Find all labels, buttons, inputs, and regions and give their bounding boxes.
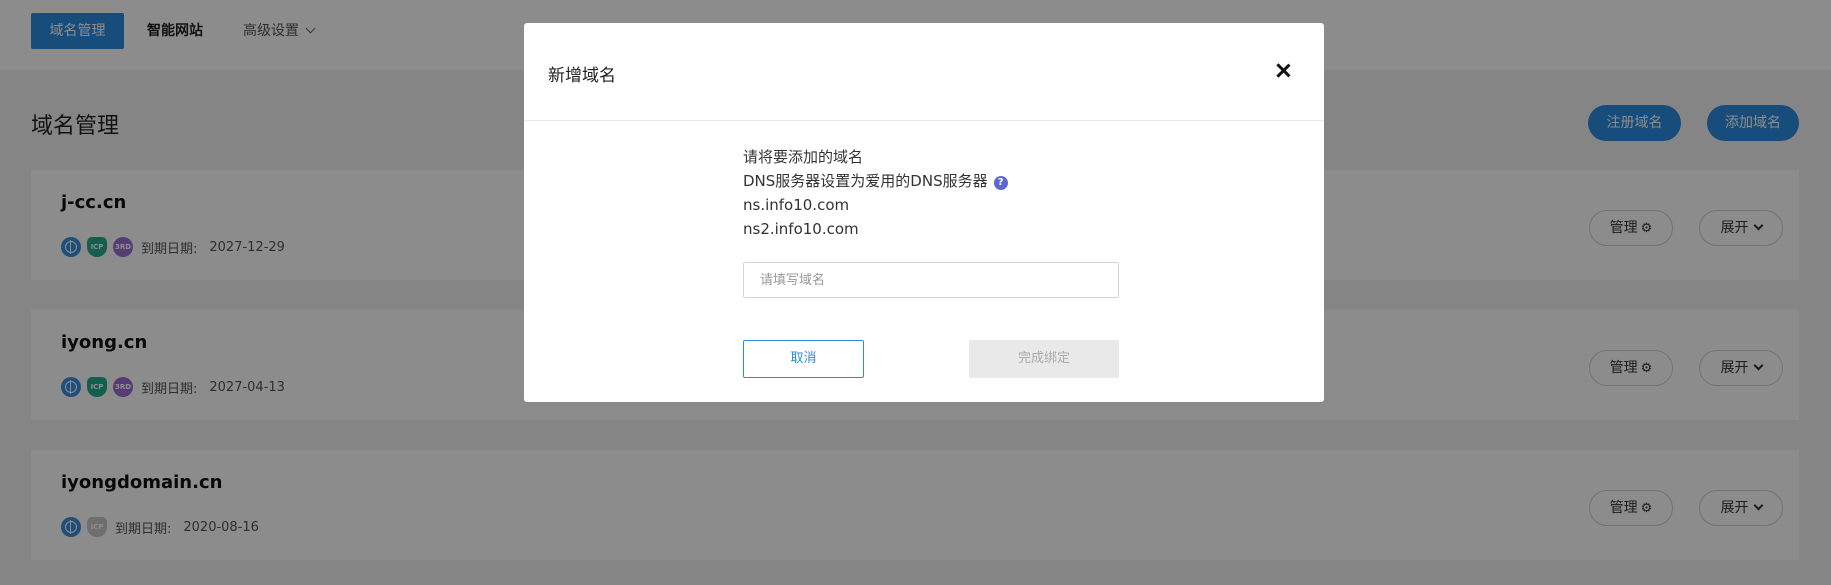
instruction-line-2-text: DNS服务器设置为爱用的DNS服务器 bbox=[743, 172, 988, 190]
finish-binding-button[interactable]: 完成绑定 bbox=[969, 340, 1119, 378]
modal-divider bbox=[524, 120, 1324, 121]
instruction-line-1: 请将要添加的域名 bbox=[743, 148, 864, 166]
domain-input[interactable] bbox=[743, 262, 1119, 298]
add-domain-modal: 新增域名 请将要添加的域名 DNS服务器设置为爱用的DNS服务器? ns.inf… bbox=[524, 23, 1324, 402]
nameserver-2: ns2.info10.com bbox=[743, 220, 859, 238]
nameserver-1: ns.info10.com bbox=[743, 196, 850, 214]
domain-management-page: 域名管理 智能网站 高级设置 域名管理 注册域名 添加域名 j-cc.cn IC… bbox=[0, 0, 1831, 585]
cancel-button[interactable]: 取消 bbox=[743, 340, 864, 378]
help-icon[interactable]: ? bbox=[993, 176, 1008, 190]
close-icon[interactable] bbox=[1271, 59, 1295, 83]
instruction-line-2: DNS服务器设置为爱用的DNS服务器? bbox=[743, 170, 1008, 192]
modal-title: 新增域名 bbox=[548, 66, 616, 86]
